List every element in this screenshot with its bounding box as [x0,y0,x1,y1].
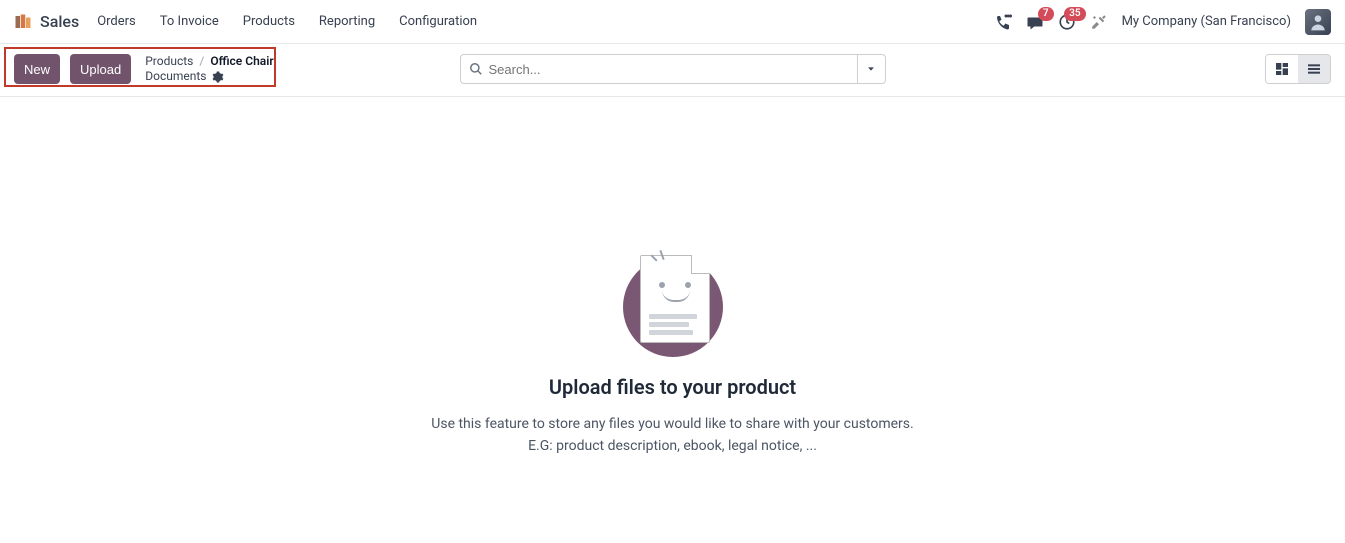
nav-menu: Orders To Invoice Products Reporting Con… [97,14,477,29]
empty-illustration [618,247,728,357]
nav-configuration[interactable]: Configuration [399,14,477,29]
nav-orders[interactable]: Orders [97,14,136,29]
activities-icon[interactable]: 35 [1058,13,1076,31]
nav-reporting[interactable]: Reporting [319,14,375,29]
view-switcher [1265,54,1331,84]
apps-icon [14,13,32,31]
top-nav: Sales Orders To Invoice Products Reporti… [0,0,1345,44]
empty-title: Upload files to your product [549,375,796,399]
nav-to-invoice[interactable]: To Invoice [160,14,219,29]
search-icon [469,62,483,76]
empty-text-2: E.G: product description, ebook, legal n… [528,435,817,457]
new-button[interactable]: New [14,54,60,84]
view-kanban-button[interactable] [1266,55,1298,83]
empty-text-1: Use this feature to store any files you … [431,413,913,435]
upload-button[interactable]: Upload [70,54,131,84]
control-bar: New Upload Products / Office Chair Docum… [0,44,1345,97]
app-title: Sales [40,12,79,31]
search-input[interactable] [489,62,849,77]
breadcrumb-current[interactable]: Office Chair [210,54,273,69]
phone-icon[interactable] [994,13,1012,31]
company-selector[interactable]: My Company (San Francisco) [1122,14,1291,29]
view-list-button[interactable] [1298,55,1330,83]
search-wrap [460,54,886,84]
nav-right: 7 35 My Company (San Francisco) [994,9,1331,35]
app-logo[interactable]: Sales [14,12,79,31]
nav-products[interactable]: Products [243,14,295,29]
empty-state: Upload files to your product Use this fe… [0,97,1345,458]
messages-icon[interactable]: 7 [1026,13,1044,31]
search-box[interactable] [460,54,858,84]
breadcrumb-sub: Documents [145,69,273,84]
breadcrumb-sub-label: Documents [145,69,206,84]
user-avatar[interactable] [1305,9,1331,35]
activities-badge: 35 [1064,7,1085,21]
breadcrumb-products[interactable]: Products [145,54,193,69]
breadcrumb: Products / Office Chair Documents [145,54,273,84]
breadcrumb-path: Products / Office Chair [145,54,273,69]
breadcrumb-sep: / [199,54,204,69]
gear-icon[interactable] [212,71,224,83]
tools-icon[interactable] [1090,13,1108,31]
search-options-toggle[interactable] [858,54,886,84]
messages-badge: 7 [1038,7,1054,21]
